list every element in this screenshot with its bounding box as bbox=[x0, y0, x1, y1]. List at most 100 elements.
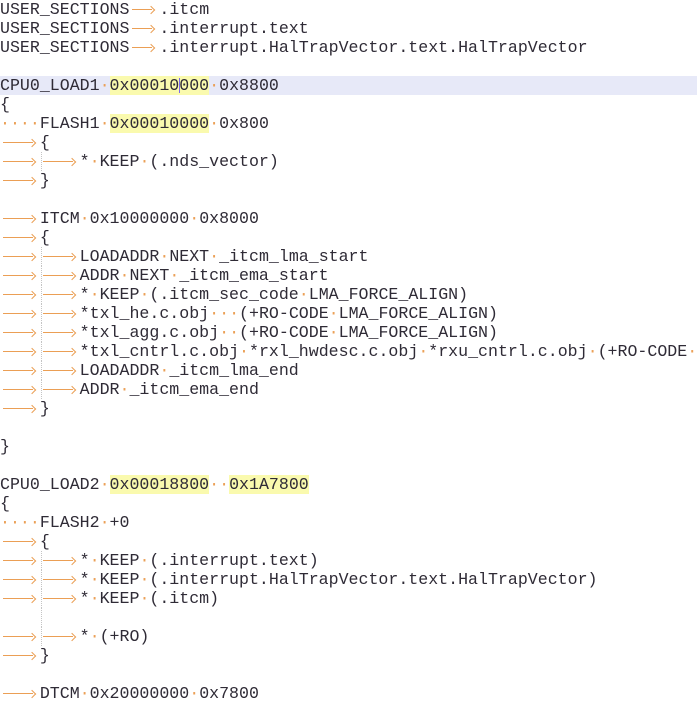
tab-arrow-icon bbox=[0, 266, 40, 285]
code-text: 0x20000000 bbox=[90, 684, 190, 703]
tab-arrow-icon bbox=[0, 133, 40, 152]
code-line: { bbox=[0, 532, 697, 551]
code-line: *·KEEP·(.itcm_sec_code·LMA_FORCE_ALIGN) bbox=[0, 285, 697, 304]
tab-arrow-icon bbox=[0, 627, 40, 646]
code-text: { bbox=[40, 133, 50, 152]
code-text: } bbox=[40, 171, 50, 190]
code-text: LMA_FORCE_ALIGN) bbox=[339, 323, 498, 342]
code-text: CPU0_LOAD1 bbox=[0, 76, 100, 95]
code-line: LOADADDR·_itcm_lma_end bbox=[0, 361, 697, 380]
code-text: _itcm_ema_end bbox=[129, 380, 258, 399]
space-dot-marks: · bbox=[209, 247, 219, 266]
space-dot-marks: ···· bbox=[0, 513, 40, 532]
tab-arrow-icon bbox=[0, 209, 40, 228]
code-text: (+RO) bbox=[100, 627, 150, 646]
tab-arrow-icon bbox=[0, 551, 40, 570]
space-dot-marks: · bbox=[329, 323, 339, 342]
tab-arrow-icon bbox=[0, 304, 40, 323]
code-text: *txl_cntrl.c.obj bbox=[80, 342, 239, 361]
code-text: *rxl_hwdesc.c.obj bbox=[249, 342, 418, 361]
code-text: (+RO-CODE bbox=[598, 342, 688, 361]
tab-arrow-icon bbox=[40, 342, 80, 361]
tab-arrow-icon bbox=[40, 247, 80, 266]
code-line: *·KEEP·(.itcm) bbox=[0, 589, 697, 608]
tab-arrow-icon bbox=[40, 152, 80, 171]
space-dot-marks: · bbox=[159, 361, 169, 380]
code-line: *·(+RO) bbox=[0, 627, 697, 646]
code-text: KEEP bbox=[100, 589, 140, 608]
code-text: .interrupt.HalTrapVector.text.HalTrapVec… bbox=[159, 38, 587, 57]
code-text: 0x8000 bbox=[199, 209, 259, 228]
code-line: ····FLASH2·+0 bbox=[0, 513, 697, 532]
code-text: FLASH2 bbox=[40, 513, 100, 532]
tab-arrow-icon bbox=[40, 361, 80, 380]
code-line: { bbox=[0, 133, 697, 152]
space-dot-marks: · bbox=[90, 570, 100, 589]
tab-arrow-icon bbox=[40, 570, 80, 589]
code-text: KEEP bbox=[100, 285, 140, 304]
space-dot-marks: · bbox=[329, 304, 339, 323]
code-text: * bbox=[80, 589, 90, 608]
code-text: KEEP bbox=[100, 570, 140, 589]
code-text: *txl_agg.c.obj bbox=[80, 323, 219, 342]
code-line: USER_SECTIONS.interrupt.text bbox=[0, 19, 697, 38]
code-line: ADDR·NEXT·_itcm_ema_start bbox=[0, 266, 697, 285]
code-text: (+RO-CODE bbox=[239, 304, 329, 323]
tab-arrow-icon bbox=[0, 323, 40, 342]
code-text: _itcm_lma_end bbox=[169, 361, 298, 380]
space-dot-marks: ·· bbox=[219, 323, 239, 342]
code-text: (.itcm) bbox=[149, 589, 219, 608]
space-dot-marks: · bbox=[90, 627, 100, 646]
code-line: } bbox=[0, 171, 697, 190]
code-line: DTCM·0x20000000·0x7800 bbox=[0, 684, 697, 703]
space-dot-marks: · bbox=[120, 266, 130, 285]
space-dot-marks: · bbox=[139, 152, 149, 171]
code-line: *txl_cntrl.c.obj·*rxl_hwdesc.c.obj·*rxu_… bbox=[0, 342, 697, 361]
code-text: USER_SECTIONS bbox=[0, 38, 129, 57]
code-text: 0x800 bbox=[219, 114, 269, 133]
code-text: .interrupt.text bbox=[159, 19, 308, 38]
text-cursor bbox=[179, 78, 180, 93]
code-text: KEEP bbox=[100, 551, 140, 570]
code-line: *·KEEP·(.interrupt.text) bbox=[0, 551, 697, 570]
space-dot-marks: · bbox=[90, 589, 100, 608]
code-text: _itcm_lma_start bbox=[219, 247, 368, 266]
space-dot-marks: · bbox=[299, 285, 309, 304]
code-line: CPU0_LOAD2·0x00018800··0x1A7800 bbox=[0, 475, 697, 494]
space-dot-marks: · bbox=[80, 209, 90, 228]
diff-highlight-text: 0x1A7800 bbox=[229, 475, 309, 494]
code-line: { bbox=[0, 494, 697, 513]
tab-arrow-icon bbox=[40, 323, 80, 342]
code-text: LOADADDR bbox=[80, 361, 160, 380]
code-line: ADDR·_itcm_ema_end bbox=[0, 380, 697, 399]
code-text: * bbox=[80, 285, 90, 304]
code-text: +0 bbox=[110, 513, 130, 532]
space-dot-marks: ·· bbox=[209, 475, 229, 494]
tab-arrow-icon bbox=[0, 399, 40, 418]
code-editor[interactable]: USER_SECTIONS.itcmUSER_SECTIONS.interrup… bbox=[0, 0, 697, 705]
tab-arrow-icon bbox=[0, 285, 40, 304]
tab-arrow-icon bbox=[0, 570, 40, 589]
space-dot-marks: · bbox=[209, 76, 219, 95]
code-text: * bbox=[80, 570, 90, 589]
space-dot-marks: ··· bbox=[209, 304, 239, 323]
code-text: } bbox=[40, 399, 50, 418]
tab-arrow-icon bbox=[40, 380, 80, 399]
space-dot-marks: · bbox=[100, 114, 110, 133]
code-text: USER_SECTIONS bbox=[0, 0, 129, 19]
space-dot-marks: · bbox=[189, 684, 199, 703]
space-dot-marks: · bbox=[189, 209, 199, 228]
code-text: LOADADDR bbox=[80, 247, 160, 266]
tab-arrow-icon bbox=[40, 285, 80, 304]
code-text: (.itcm_sec_code bbox=[149, 285, 298, 304]
current-code-line: CPU0_LOAD1·0x00010000·0x8800 bbox=[0, 76, 697, 95]
code-text: KEEP bbox=[100, 152, 140, 171]
code-text: NEXT bbox=[169, 247, 209, 266]
space-dot-marks: · bbox=[159, 247, 169, 266]
code-text: LMA_FORCE_ALIGN) bbox=[339, 304, 498, 323]
code-text: ITCM bbox=[40, 209, 80, 228]
space-dot-marks: · bbox=[588, 342, 598, 361]
space-dot-marks: · bbox=[100, 513, 110, 532]
code-text: LMA_FORCE_ALIGN) bbox=[309, 285, 468, 304]
code-line: USER_SECTIONS .interrupt.HalTrapVector.te… bbox=[0, 38, 697, 57]
